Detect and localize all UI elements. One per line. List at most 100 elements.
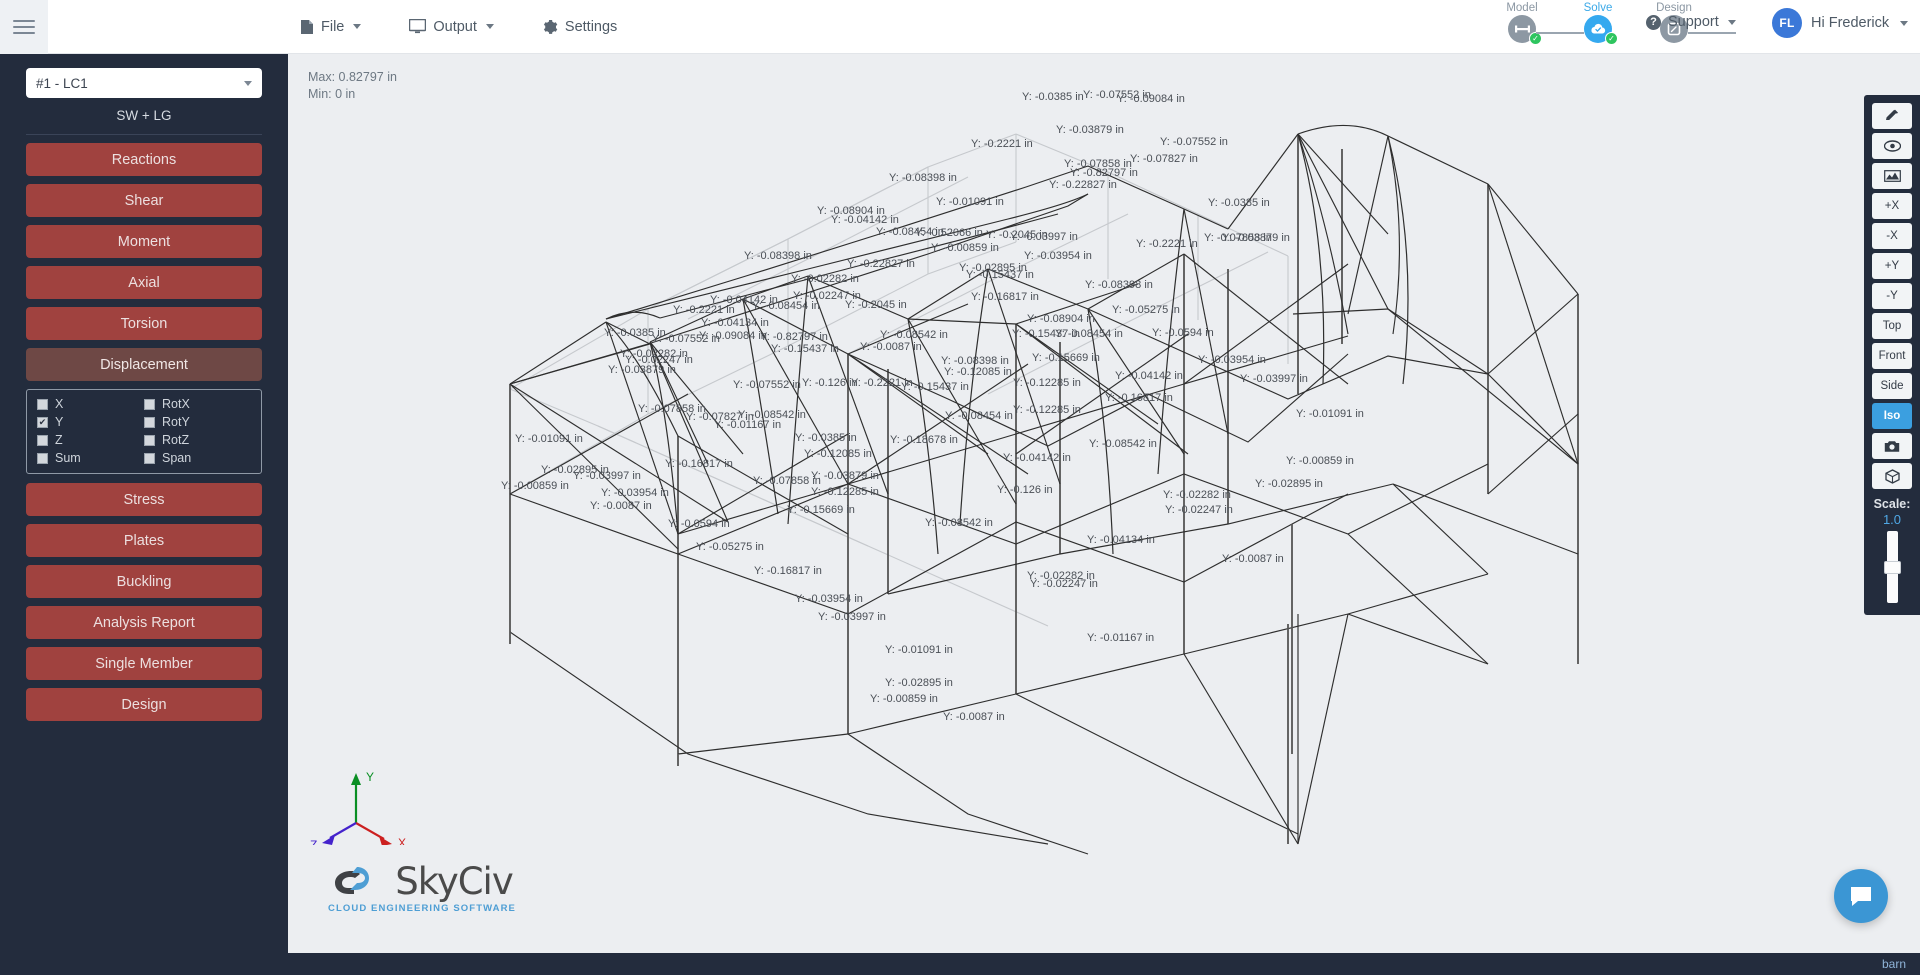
main-menu: File Output Settings	[298, 13, 619, 41]
structural-model-render[interactable]: .mem { stroke:#2e2e2e; stroke-width:1.15…	[288, 54, 1920, 975]
result-button-plates[interactable]: Plates	[26, 524, 262, 557]
dof-checkbox-span[interactable]: Span	[144, 451, 251, 465]
result-button-axial[interactable]: Axial	[26, 266, 262, 299]
view-minus-x-button[interactable]: -X	[1872, 223, 1912, 249]
view-button-label: Iso	[1883, 410, 1901, 422]
dof-label-y: Y	[55, 415, 64, 429]
stage-solve-complete-icon: ✓	[1605, 32, 1618, 45]
view-side-button[interactable]: Side	[1872, 373, 1912, 399]
view-plus-y-button[interactable]: +Y	[1872, 253, 1912, 279]
result-button-torsion[interactable]: Torsion	[26, 307, 262, 340]
checkbox-roty[interactable]	[144, 416, 155, 428]
status-text: barn	[1881, 957, 1906, 971]
chevron-down-icon	[353, 24, 362, 29]
view-front-button[interactable]: Front	[1872, 343, 1912, 369]
result-button-shear[interactable]: Shear	[26, 184, 262, 217]
result-button-stress[interactable]: Stress	[26, 483, 262, 516]
camera-icon[interactable]	[1872, 433, 1912, 459]
top-bar: File Output Settings Model ✓ Solve ✓ Des…	[0, 0, 1920, 54]
result-button-single-member[interactable]: Single Member	[26, 647, 262, 680]
dof-checkbox-sum[interactable]: Sum	[37, 451, 144, 465]
dof-checkbox-rotx[interactable]: RotX	[144, 397, 251, 411]
dof-checkbox-rotz[interactable]: RotZ	[144, 433, 251, 447]
logo-tagline: CLOUD ENGINEERING SOFTWARE	[328, 903, 516, 914]
chat-icon	[1851, 887, 1871, 906]
svg-text:Y: Y	[366, 770, 374, 784]
checkbox-y[interactable]: ✔	[37, 416, 48, 428]
dof-label-roty: RotY	[162, 415, 190, 429]
dof-checkbox-z[interactable]: Z	[37, 433, 144, 447]
support-menu[interactable]: ? Support	[1646, 14, 1736, 30]
avatar: FL	[1772, 8, 1802, 38]
question-circle-icon: ?	[1646, 14, 1661, 30]
view-plus-x-button[interactable]: +X	[1872, 193, 1912, 219]
eye-icon[interactable]	[1872, 133, 1912, 159]
view-button-label: -X	[1886, 230, 1898, 242]
checkbox-sum[interactable]	[37, 452, 48, 464]
support-label: Support	[1668, 14, 1719, 30]
checkbox-z[interactable]	[37, 434, 48, 446]
stage-solve[interactable]: Solve ✓	[1560, 2, 1736, 45]
monitor-icon	[409, 19, 427, 34]
stage-design-label: Design	[1656, 2, 1692, 14]
view-button-label: +Y	[1884, 260, 1900, 272]
view-toolbar: +X -X +Y -Y Top Front Side Iso Scale: 1.…	[1864, 95, 1920, 615]
cube-icon[interactable]	[1872, 463, 1912, 489]
view-minus-y-button[interactable]: -Y	[1872, 283, 1912, 309]
dof-checkbox-x[interactable]: X	[37, 397, 144, 411]
checkbox-span[interactable]	[144, 452, 155, 464]
load-case-select[interactable]: #1 - LC1	[26, 68, 262, 98]
stage-model[interactable]: Model ✓	[1484, 2, 1584, 45]
scale-slider-thumb[interactable]	[1883, 561, 1901, 574]
view-top-button[interactable]: Top	[1872, 313, 1912, 339]
logo-text: SkyCiv	[395, 859, 514, 903]
pencil-icon[interactable]	[1872, 103, 1912, 129]
dof-label-sum: Sum	[55, 451, 81, 465]
view-iso-button[interactable]: Iso	[1872, 403, 1912, 429]
result-button-label: Moment	[117, 233, 171, 250]
view-button-label: -Y	[1886, 290, 1898, 302]
checkbox-x[interactable]	[37, 398, 48, 410]
scale-title: Scale:	[1873, 497, 1911, 511]
result-button-analysis-report[interactable]: Analysis Report	[26, 606, 262, 639]
result-button-label: Displacement	[100, 356, 188, 373]
view-button-label: Top	[1882, 320, 1902, 332]
logo-mark-and-name: SkyCiv	[331, 859, 514, 903]
checkbox-rotz[interactable]	[144, 434, 155, 446]
hamburger-menu-icon[interactable]	[0, 0, 48, 54]
undeformed-shape	[509, 133, 1289, 627]
result-button-design[interactable]: Design	[26, 688, 262, 721]
result-button-list: Reactions Shear Moment Axial Torsion Dis…	[0, 135, 288, 729]
status-bar: barn	[0, 953, 1920, 975]
model-viewport[interactable]: Max: 0.82797 in Min: 0 in .mem { stroke:…	[288, 54, 1920, 975]
view-button-label: +X	[1884, 200, 1900, 212]
gear-icon	[542, 19, 558, 35]
menu-output[interactable]: Output	[407, 13, 496, 41]
result-button-moment[interactable]: Moment	[26, 225, 262, 258]
result-button-label: Analysis Report	[93, 614, 195, 631]
axis-triad: Y X Z	[310, 770, 406, 852]
result-button-buckling[interactable]: Buckling	[26, 565, 262, 598]
menu-settings[interactable]: Settings	[540, 13, 619, 41]
chart-icon[interactable]	[1872, 163, 1912, 189]
dof-label-rotx: RotX	[162, 397, 190, 411]
dof-checkbox-y[interactable]: ✔ Y	[37, 415, 144, 429]
view-button-label: Side	[1880, 380, 1904, 392]
user-menu[interactable]: FL Hi Frederick	[1772, 8, 1909, 38]
chevron-down-icon	[485, 24, 494, 29]
scale-value: 1.0	[1882, 512, 1902, 527]
menu-file[interactable]: File	[298, 13, 363, 41]
deformed-members	[509, 124, 1579, 855]
chevron-down-icon	[1900, 20, 1909, 26]
result-button-reactions[interactable]: Reactions	[26, 143, 262, 176]
dof-checkbox-roty[interactable]: RotY	[144, 415, 251, 429]
scale-slider[interactable]	[1883, 531, 1901, 603]
checkbox-rotx[interactable]	[144, 398, 155, 410]
stage-model-label: Model	[1506, 2, 1538, 14]
chat-support-button[interactable]	[1834, 869, 1888, 923]
result-button-label: Stress	[123, 491, 165, 508]
dof-checkbox-panel: X RotX ✔ Y RotY Z RotZ Sum Span	[26, 389, 262, 474]
result-button-displacement[interactable]: Displacement	[26, 348, 262, 381]
hamburger-bars	[13, 16, 35, 38]
dof-label-rotz: RotZ	[162, 433, 190, 447]
